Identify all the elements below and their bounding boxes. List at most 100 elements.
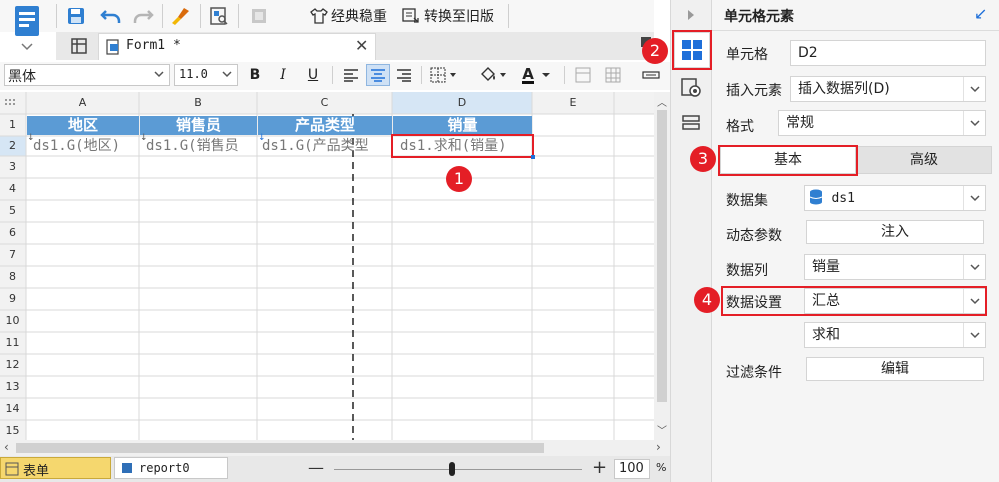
scroll-left-icon[interactable]: ‹ <box>4 440 9 454</box>
report-icon <box>122 463 132 473</box>
chevron-down-icon <box>963 111 985 135</box>
aggregate-select[interactable]: 求和 <box>804 322 986 348</box>
scroll-down-icon[interactable]: ﹀ <box>657 422 667 437</box>
tab-form1[interactable]: Form1 * ✕ <box>98 33 376 60</box>
row-header[interactable]: 1 <box>0 118 25 131</box>
panel-title-divider <box>712 30 999 31</box>
vertical-scrollbar[interactable]: ︿ ﹀ <box>654 92 670 440</box>
scroll-up-icon[interactable]: ︿ <box>657 94 667 109</box>
horizontal-scrollbar[interactable]: ‹ › <box>0 440 670 456</box>
convert-old-version-button[interactable]: 转换至旧版 <box>402 5 494 27</box>
convert-icon <box>402 8 419 23</box>
zoom-slider-thumb[interactable] <box>449 462 455 476</box>
insert-element-select[interactable]: 插入数据列(D) <box>790 76 986 102</box>
cell-a1[interactable]: 地区 <box>27 116 139 135</box>
data-column-select[interactable]: 销量 <box>804 254 986 280</box>
save-icon[interactable] <box>64 5 88 27</box>
zoom-out-button[interactable]: — <box>308 458 324 477</box>
tab-advanced[interactable]: 高级 <box>856 146 992 174</box>
italic-button[interactable]: I <box>272 64 294 86</box>
preview-icon[interactable] <box>206 5 232 27</box>
column-header-e[interactable]: E <box>532 96 614 109</box>
row-header[interactable]: 8 <box>0 270 25 283</box>
row-header[interactable]: 7 <box>0 248 25 261</box>
cell-label: 单元格 <box>726 47 768 63</box>
designer-logo-icon[interactable] <box>11 4 43 52</box>
row-header[interactable]: 9 <box>0 292 25 305</box>
column-header-c[interactable]: C <box>257 96 392 109</box>
zoom-in-button[interactable]: + <box>592 457 607 478</box>
panel-icon-highlight <box>672 30 712 70</box>
row-header[interactable]: 14 <box>0 402 25 415</box>
close-icon[interactable]: ✕ <box>355 36 368 55</box>
zoom-slider-track[interactable] <box>334 469 582 470</box>
row-header[interactable]: 13 <box>0 380 25 393</box>
cell-c2[interactable]: ds1.G(产品类型 <box>262 136 390 156</box>
row-header[interactable]: 15 <box>0 424 25 437</box>
more-tools-icon[interactable] <box>640 64 662 86</box>
form-file-icon <box>106 39 119 55</box>
font-size-select[interactable]: 11.0 <box>174 64 238 86</box>
row-header[interactable]: 5 <box>0 204 25 217</box>
row-header[interactable]: 11 <box>0 336 25 349</box>
dataset-select[interactable]: ds1 <box>804 185 986 211</box>
row-header[interactable]: 12 <box>0 358 25 371</box>
expand-down-icon: ↓ <box>27 133 35 143</box>
font-color-letter: A <box>522 64 534 84</box>
edit-filter-button[interactable]: 编辑 <box>806 357 984 381</box>
undo-icon[interactable] <box>98 5 124 27</box>
cell-resize-handle[interactable] <box>531 155 535 159</box>
widget-settings-icon[interactable] <box>680 112 702 138</box>
align-center-icon[interactable] <box>366 64 390 86</box>
panel-pin-icon[interactable]: ↙ <box>974 4 987 23</box>
row-header[interactable]: 4 <box>0 182 25 195</box>
format-painter-icon[interactable] <box>168 5 194 27</box>
grid-layout-icon[interactable] <box>66 35 92 57</box>
column-header-b[interactable]: B <box>139 96 257 109</box>
cell-c1[interactable]: 产品类型 <box>258 116 392 135</box>
fill-color-icon[interactable] <box>476 64 512 86</box>
border-icon[interactable] <box>428 64 462 86</box>
font-name-select[interactable]: 黑体 <box>4 64 170 86</box>
row-header[interactable]: 2 <box>0 139 25 152</box>
disabled-tool-icon[interactable] <box>246 5 272 27</box>
row-header[interactable]: 3 <box>0 160 25 173</box>
column-header-a[interactable]: A <box>26 96 139 109</box>
redo-icon[interactable] <box>130 5 156 27</box>
expand-down-icon: ↓ <box>258 133 266 143</box>
split-cells-icon[interactable] <box>602 64 624 86</box>
cell-d1[interactable]: 销量 <box>393 116 532 135</box>
zoom-input[interactable]: 100 <box>614 459 650 479</box>
template-stable-label: 经典稳重 <box>331 9 387 25</box>
sheet-tab-form[interactable]: 表单 <box>0 457 111 479</box>
merge-cells-icon[interactable] <box>572 64 594 86</box>
vertical-scroll-thumb[interactable] <box>657 110 667 402</box>
aggregate-value: 求和 <box>812 327 840 343</box>
collapse-arrow-icon[interactable] <box>686 8 696 26</box>
underline-button[interactable]: U <box>302 64 324 86</box>
chevron-down-icon <box>963 323 985 347</box>
template-stable-button[interactable]: 经典稳重 <box>310 5 387 27</box>
cell-b2[interactable]: ds1.G(销售员 <box>146 136 257 156</box>
divider <box>421 66 422 84</box>
annotation-badge-2: 2 <box>642 38 668 64</box>
column-header-d[interactable]: D <box>392 96 532 109</box>
font-color-icon[interactable]: A <box>518 64 556 86</box>
align-right-icon[interactable] <box>393 64 415 86</box>
cell-a2[interactable]: ds1.G(地区) <box>33 136 139 156</box>
selected-cell-highlight <box>391 134 534 158</box>
cell-attribute-icon[interactable] <box>680 76 702 102</box>
format-value: 常规 <box>786 115 814 131</box>
cell-b1[interactable]: 销售员 <box>140 116 257 135</box>
inject-button[interactable]: 注入 <box>806 220 984 244</box>
cell-name-input[interactable]: D2 <box>790 40 986 66</box>
bold-button[interactable]: B <box>244 64 266 86</box>
format-select[interactable]: 常规 <box>778 110 986 136</box>
row-header[interactable]: 6 <box>0 226 25 239</box>
report-tab-label: report0 <box>139 461 190 475</box>
sheet-tab-report[interactable]: report0 <box>114 457 228 479</box>
align-left-icon[interactable] <box>340 64 362 86</box>
row-header[interactable]: 10 <box>0 314 25 327</box>
horizontal-scroll-thumb[interactable] <box>16 443 544 453</box>
scroll-right-icon[interactable]: › <box>656 440 661 454</box>
